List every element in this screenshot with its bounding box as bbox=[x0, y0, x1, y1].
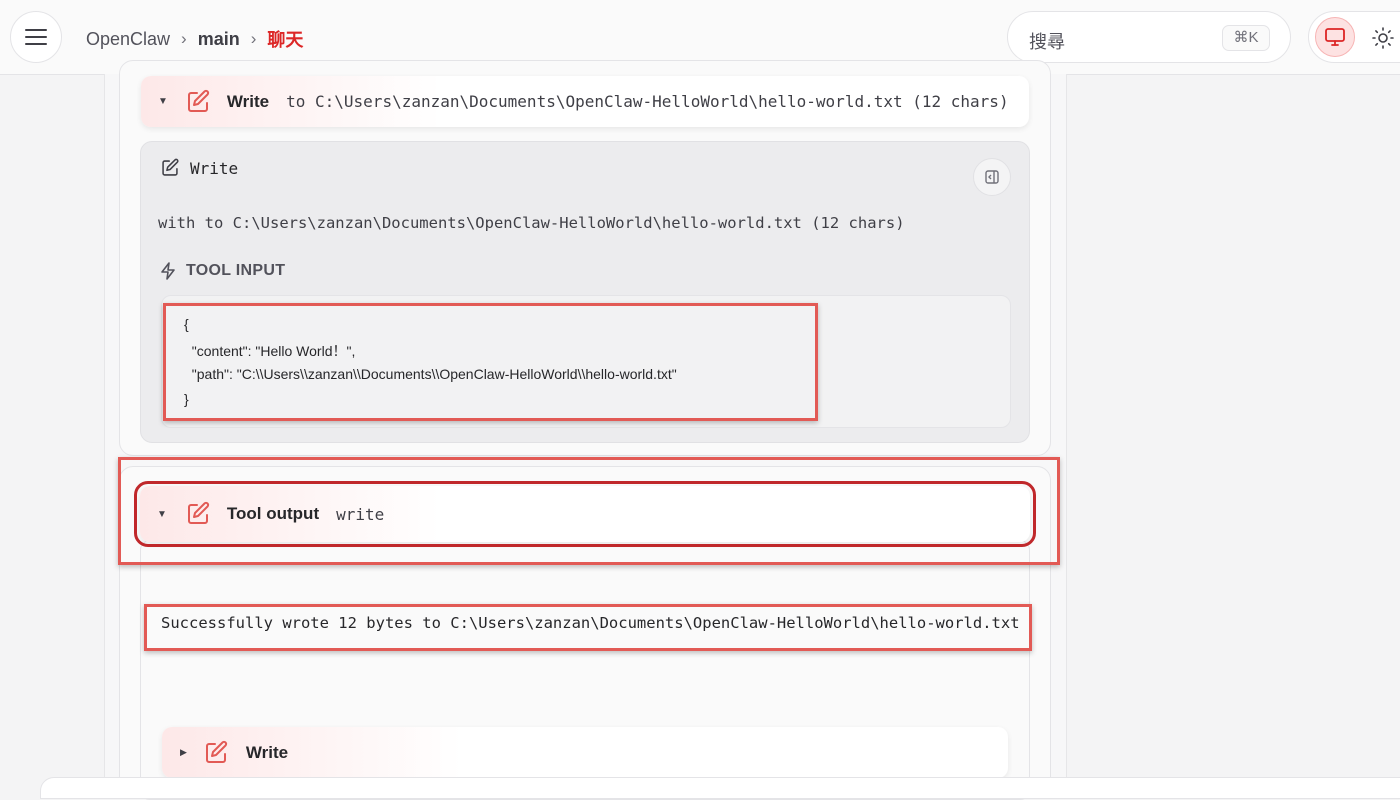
breadcrumb-item-main[interactable]: main bbox=[198, 29, 240, 50]
breadcrumb-item-chat: 聊天 bbox=[267, 30, 304, 50]
edit-icon bbox=[187, 89, 209, 112]
panel-collapse-icon bbox=[985, 170, 999, 184]
search-placeholder: 搜尋 bbox=[1029, 32, 1065, 52]
hamburger-icon bbox=[25, 29, 47, 45]
menu-button[interactable] bbox=[10, 11, 62, 63]
highlight-box bbox=[144, 604, 1032, 651]
breadcrumb-item-openclaw[interactable]: OpenClaw bbox=[86, 29, 170, 50]
light-theme-button[interactable] bbox=[1371, 26, 1395, 50]
sun-icon bbox=[1372, 27, 1394, 49]
tool-name: Write bbox=[226, 91, 270, 111]
chevron-right-icon: › bbox=[250, 29, 257, 48]
lightning-icon bbox=[161, 262, 175, 280]
system-theme-button[interactable] bbox=[1315, 17, 1355, 57]
search-input[interactable]: 搜尋 ⌘K bbox=[1007, 11, 1291, 63]
tool-summary: with to C:\Users\zanzan\Documents\OpenCl… bbox=[158, 214, 905, 232]
panel-title-label: Write bbox=[190, 158, 239, 178]
chevron-right-icon: › bbox=[181, 29, 187, 48]
theme-toggle-group bbox=[1308, 11, 1400, 63]
tool-name: Write bbox=[245, 742, 289, 762]
edit-icon bbox=[162, 158, 179, 176]
caret-down-icon: ▼ bbox=[158, 96, 168, 107]
breadcrumb: OpenClaw › main › 聊天 bbox=[86, 26, 303, 52]
divider bbox=[1066, 74, 1067, 786]
tool-call-header[interactable]: ▼ Write to C:\Users\zanzan\Documents\Ope… bbox=[141, 76, 1029, 127]
highlight-box bbox=[163, 303, 818, 421]
highlight-box bbox=[134, 481, 1036, 547]
collapse-panel-button[interactable] bbox=[973, 158, 1011, 196]
tool-call-detail: to C:\Users\zanzan\Documents\OpenClaw-He… bbox=[286, 92, 1009, 111]
panel-title: Write bbox=[160, 158, 238, 178]
divider bbox=[104, 74, 105, 786]
caret-right-icon: ▶ bbox=[180, 747, 187, 757]
tool-input-heading: TOOL INPUT bbox=[159, 262, 285, 280]
tool-call-header-collapsed[interactable]: ▶ Write bbox=[162, 727, 1008, 778]
monitor-icon bbox=[1325, 28, 1345, 46]
edit-icon bbox=[205, 740, 227, 763]
composer-bar bbox=[40, 777, 1400, 799]
search-shortcut-badge: ⌘K bbox=[1222, 25, 1270, 51]
tool-input-label: TOOL INPUT bbox=[186, 262, 286, 279]
